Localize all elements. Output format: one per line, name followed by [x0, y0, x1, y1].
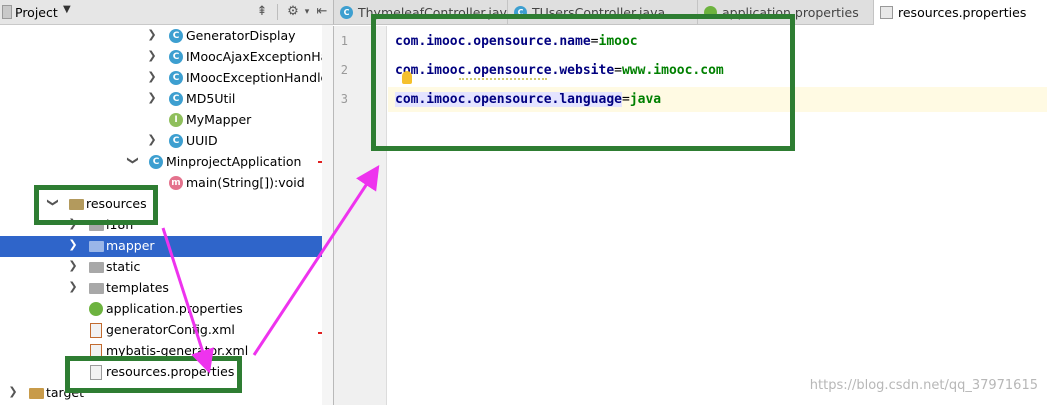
chevron-right-icon[interactable]: ❯ [145, 70, 159, 83]
tree-item[interactable]: ❯ C MD5Util [0, 89, 333, 110]
tab-resources-properties[interactable]: resources.properties [874, 0, 1047, 26]
tree-item[interactable]: I MyMapper [0, 110, 333, 131]
chevron-right-icon[interactable]: ❯ [6, 385, 20, 398]
spring-class-icon: C [149, 155, 163, 169]
tree-item-label: UUID [186, 133, 218, 148]
tree-item[interactable]: ❯ C IMoocAjaxExceptionHandler [0, 47, 333, 68]
interface-icon: I [169, 113, 183, 127]
project-folder-icon [2, 5, 12, 19]
tree-item[interactable]: application.properties [0, 299, 333, 320]
collapse-all-icon[interactable]: ⇞ [252, 2, 272, 22]
tab-label: resources.properties [898, 5, 1027, 20]
chevron-right-icon[interactable]: ❯ [145, 133, 159, 146]
tree-item-label: IMoocAjaxExceptionHandler [186, 49, 333, 64]
tree-item-label: MyMapper [186, 112, 252, 127]
chevron-right-icon[interactable]: ❯ [145, 91, 159, 104]
tree-item-label: IMoocExceptionHandler [186, 70, 333, 85]
tree-item-label: generatorConfig.xml [106, 322, 235, 337]
header-divider [277, 4, 278, 20]
chevron-right-icon[interactable]: ❯ [145, 28, 159, 41]
chevron-down-icon[interactable]: ▼ [63, 4, 71, 15]
tree-item[interactable]: ❯ static [0, 257, 333, 278]
annotation-box-editor [371, 14, 795, 151]
tree-item[interactable]: ❯ C UUID [0, 131, 333, 152]
target-folder-icon [29, 388, 44, 399]
class-icon: C [169, 92, 183, 106]
tree-item[interactable]: ❯ templates [0, 278, 333, 299]
tree-item-label: mapper [106, 238, 155, 253]
line-number: 1 [340, 34, 348, 48]
chevron-right-icon[interactable]: ❯ [145, 49, 159, 62]
tree-item-label: MinprojectApplication [166, 154, 302, 169]
line-number: 3 [340, 92, 348, 106]
properties-icon [880, 6, 893, 19]
folder-icon [89, 283, 104, 294]
spring-properties-icon [89, 302, 103, 316]
annotation-box-resources [34, 185, 158, 225]
line-number: 2 [340, 63, 348, 77]
tree-item[interactable]: ❯ C IMoocExceptionHandler [0, 68, 333, 89]
tree-item[interactable]: generatorConfig.xml [0, 320, 333, 341]
folder-icon [89, 241, 104, 252]
project-title[interactable]: Project [15, 5, 58, 20]
tree-item[interactable]: ❯ C GeneratorDisplay [0, 26, 333, 47]
chevron-down-icon[interactable]: ❯ [127, 154, 140, 168]
class-icon: C [169, 50, 183, 64]
hide-panel-icon[interactable]: ⇤ [312, 2, 332, 22]
chevron-right-icon[interactable]: ❯ [66, 280, 80, 293]
class-icon: C [169, 71, 183, 85]
chevron-right-icon[interactable]: ❯ [66, 238, 80, 251]
class-icon: C [169, 134, 183, 148]
tree-item-label: GeneratorDisplay [186, 28, 296, 43]
tree-item-selected[interactable]: ❯ mapper [0, 236, 333, 257]
watermark: https://blog.csdn.net/qq_37971615 [809, 378, 1038, 393]
tree-item-label: MD5Util [186, 91, 236, 106]
xml-file-icon [90, 323, 102, 338]
chevron-right-icon[interactable]: ❯ [66, 259, 80, 272]
class-icon: C [169, 29, 183, 43]
project-header: Project ▼ ⇞ ⚙ ▾ ⇤ [0, 0, 333, 25]
tree-item-label: main(String[]):void [186, 175, 305, 190]
annotation-box-resources-properties [65, 356, 242, 393]
tree-item[interactable]: ❯ C MinprojectApplication [0, 152, 333, 173]
folder-icon [89, 262, 104, 273]
project-scrollbar[interactable] [322, 25, 333, 405]
class-icon: C [340, 6, 353, 19]
tree-item-label: static [106, 259, 141, 274]
tree-item-label: application.properties [106, 301, 243, 316]
tree-item-label: templates [106, 280, 169, 295]
method-icon: m [169, 176, 183, 190]
